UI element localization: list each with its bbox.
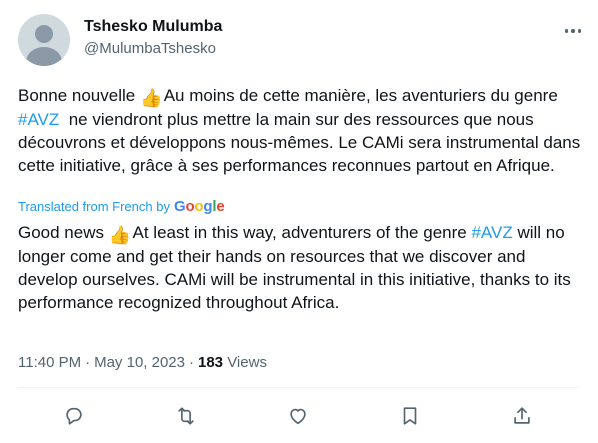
bookmark-button[interactable] [397, 403, 423, 429]
retweet-button[interactable] [173, 403, 199, 429]
tweet: Tshesko Mulumba @MulumbaTshesko Bonne no… [0, 0, 598, 443]
share-icon [514, 407, 530, 424]
share-button[interactable] [509, 403, 535, 429]
original-text-part: Bonne nouvelle [18, 86, 140, 105]
views-label: Views [227, 354, 267, 371]
original-text-part: Au moins de cette manière, les aventurie… [159, 86, 563, 105]
avatar-placeholder-body [26, 47, 62, 66]
action-bar [0, 403, 598, 429]
meta-separator: · [85, 354, 91, 371]
hashtag-link[interactable]: #AVZ [471, 223, 512, 242]
translated-text-part: Good news [18, 223, 109, 242]
translated-text-part: At least in this way, adventurers of the… [128, 223, 472, 242]
translation-attribution[interactable]: Translated from French by Google [18, 198, 225, 216]
author-display-name[interactable]: Tshesko Mulumba [84, 17, 222, 37]
divider [18, 387, 580, 388]
original-text-part: ne viendront plus mettre la main sur des… [18, 110, 585, 175]
thumbs-up-icon: 👍 [139, 88, 163, 108]
meta-separator: · [189, 354, 194, 371]
avatar-placeholder-head [35, 25, 53, 43]
translated-tweet-text: Good news 👍 At least in this way, advent… [18, 221, 588, 314]
original-tweet-text: Bonne nouvelle 👍 Au moins de cette maniè… [18, 84, 588, 177]
author-handle[interactable]: @MulumbaTshesko [84, 39, 222, 59]
reply-icon [66, 407, 82, 425]
reply-button[interactable] [61, 403, 87, 429]
tweet-date[interactable]: May 10, 2023 [94, 354, 185, 371]
thumbs-up-icon: 👍 [108, 225, 132, 245]
tweet-time[interactable]: 11:40 PM [18, 354, 81, 371]
avatar[interactable] [18, 14, 70, 66]
like-button[interactable] [285, 403, 311, 429]
tweet-header: Tshesko Mulumba @MulumbaTshesko [18, 14, 588, 70]
bookmark-icon [403, 407, 417, 425]
hashtag-link[interactable]: #AVZ [18, 110, 59, 129]
like-icon [290, 408, 306, 425]
google-logo-icon: Google [173, 198, 225, 215]
views-count: 183 [198, 354, 224, 371]
more-icon[interactable] [562, 20, 584, 42]
author-names: Tshesko Mulumba @MulumbaTshesko [84, 17, 222, 59]
translation-label: Translated from French by [18, 199, 170, 214]
retweet-icon [178, 407, 194, 425]
tweet-meta: 11:40 PM · May 10, 2023 · 183 Views [18, 353, 267, 373]
